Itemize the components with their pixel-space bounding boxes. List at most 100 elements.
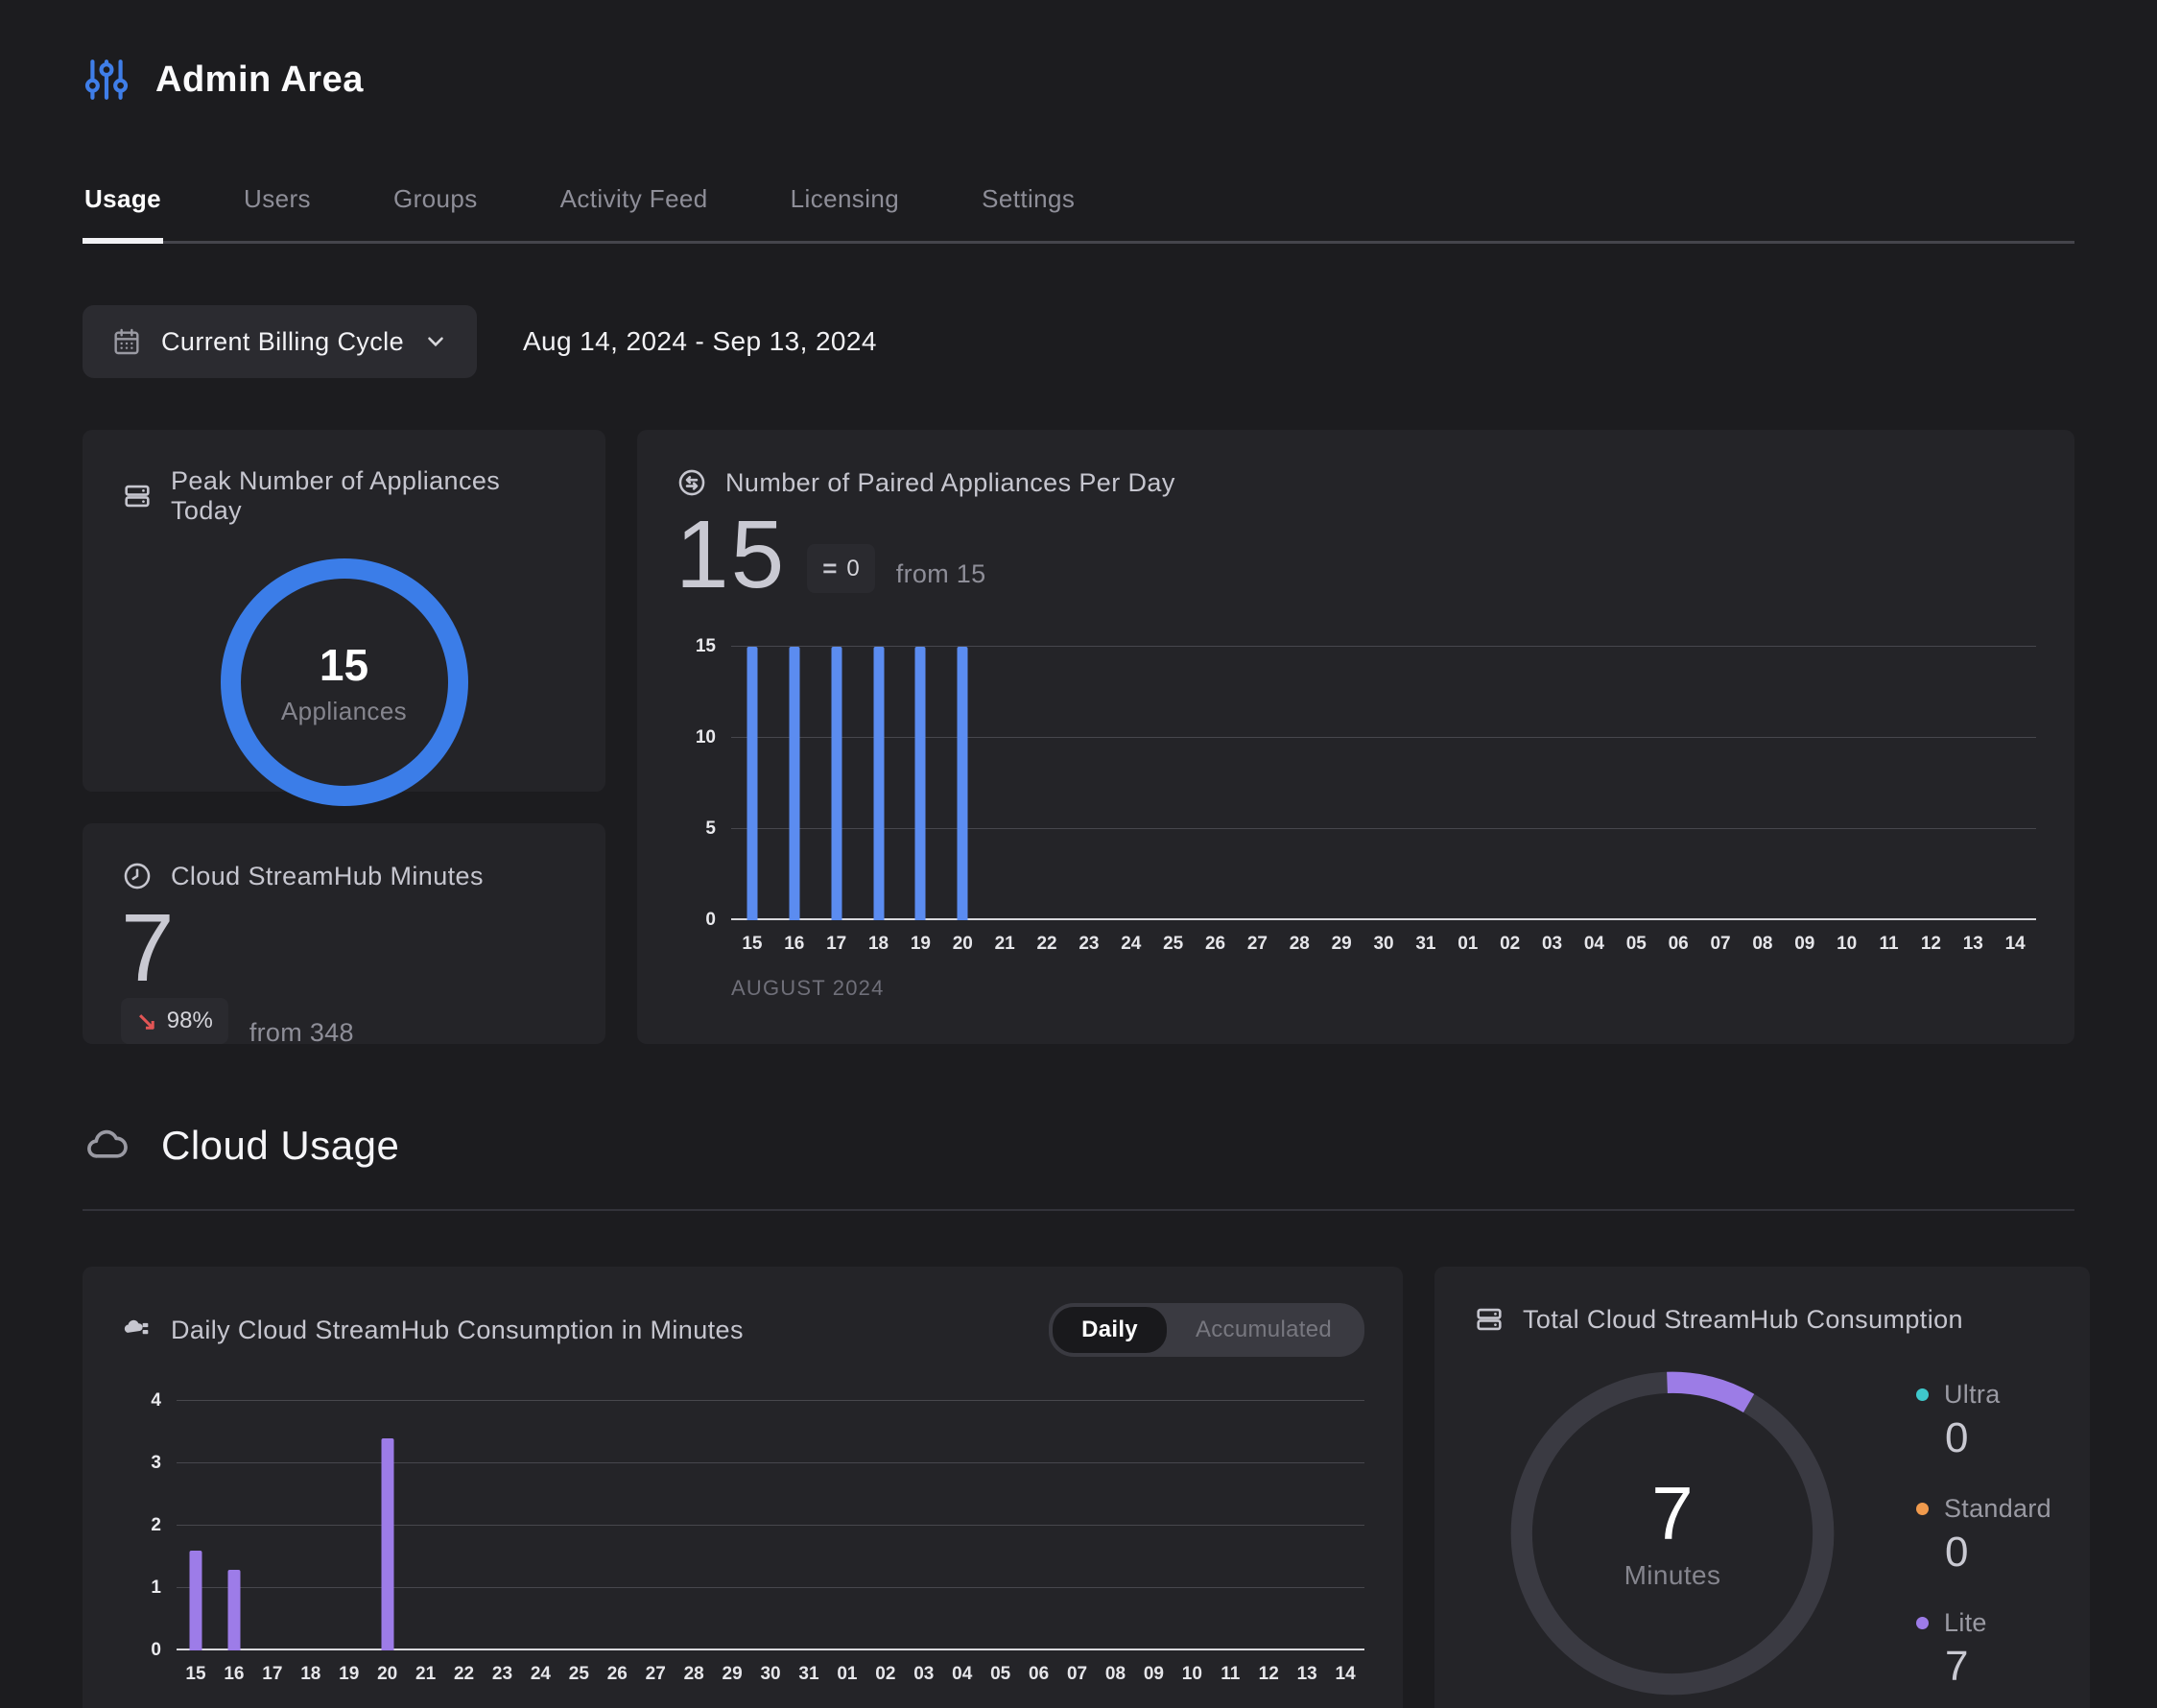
chart-column: 29 [713,1401,751,1684]
chart-column: 31 [1405,647,1447,954]
x-tick-label: 09 [1794,934,1815,954]
chart-column: 02 [1489,647,1531,954]
y-axis: 0 5 10 15 [676,636,731,930]
appliance-icon [121,480,154,512]
x-tick-label: 31 [1415,934,1436,954]
total-consumption-card: Total Cloud StreamHub Consumption 7 Minu… [1434,1267,2090,1708]
chart-column: 14 [1994,647,2036,954]
chart-column: 28 [675,1401,713,1684]
x-tick-label: 03 [913,1664,935,1684]
y-tick-label: 1 [151,1578,161,1598]
chart-column: 19 [900,647,942,954]
chart-column: 30 [751,1401,790,1684]
x-tick-label: 19 [339,1664,360,1684]
chart-column: 23 [484,1401,522,1684]
chart-column: 06 [1020,1401,1058,1684]
equals-icon: = [822,554,838,582]
tab-licensing[interactable]: Licensing [789,171,901,241]
cloud-activity-icon [121,1314,154,1346]
legend-value: 0 [1945,1529,1969,1576]
minutes-card-title: Cloud StreamHub Minutes [171,861,484,890]
x-tick-label: 26 [606,1664,628,1684]
x-tick-label: 21 [415,1664,437,1684]
cloud-usage-cards-row: Daily Cloud StreamHub Consumption in Min… [83,1267,2090,1708]
tab-groups[interactable]: Groups [391,171,480,241]
x-tick-label: 23 [491,1664,513,1684]
tab-usage[interactable]: Usage [83,171,164,244]
chart-column: 07 [1699,647,1742,954]
billing-cycle-dropdown[interactable]: Current Billing Cycle [83,305,477,378]
x-tick-label: 29 [722,1664,743,1684]
chart-column: 29 [1320,647,1363,954]
total-legend: Ultra0Standard0Lite71m Avg. Stream Time [1916,1363,2051,1708]
x-tick-label: 15 [742,934,763,954]
daily-card-title: Daily Cloud StreamHub Consumption in Min… [171,1315,744,1344]
chart-column: 25 [1152,647,1195,954]
chart-column: 01 [828,1401,866,1684]
paired-from-text: from 15 [895,559,986,588]
streamhub-minutes-card: Cloud StreamHub Minutes 7 ↘ 98% from 348 [83,823,605,1047]
chart-column: 20 [941,647,984,954]
x-tick-label: 25 [568,1664,589,1684]
chart-column: 22 [445,1401,484,1684]
paired-card-title: Number of Paired Appliances Per Day [725,467,1175,497]
chart-column: 26 [1195,647,1237,954]
plot-area: 15 16 17 18 19 20 21 22 23 24 25 26 27 28 29 30 31 01 02 03… [731,646,2036,954]
bar-day-15 [747,647,758,920]
x-tick-label: 24 [530,1664,551,1684]
x-tick-label: 29 [1331,934,1352,954]
tab-activity-feed[interactable]: Activity Feed [558,171,710,241]
date-range: Aug 14, 2024 - Sep 13, 2024 [522,326,877,356]
chart-column: 21 [407,1401,445,1684]
x-tick-label: 02 [1500,934,1521,954]
total-legend-standard: Standard 0 [1916,1494,2051,1574]
cloud-usage-section-header: Cloud Usage [83,1121,2074,1171]
bar-day-20 [381,1438,394,1650]
appliance-icon [1473,1303,1505,1336]
x-tick-label: 05 [1625,934,1647,954]
billing-cycle-label: Current Billing Cycle [161,326,404,356]
x-tick-label: 19 [910,934,931,954]
chart-column: 28 [1278,647,1320,954]
month-caption: AUGUST 2024 [175,1704,1364,1708]
toggle-daily[interactable]: Daily [1053,1307,1167,1353]
chart-column: 01 [1447,647,1489,954]
chart-column: 25 [559,1401,598,1684]
chart-column: 26 [598,1401,636,1684]
tab-users[interactable]: Users [242,171,313,241]
chart-column: 15 [731,647,773,954]
bar-day-17 [831,647,842,920]
tab-bar: Usage Users Groups Activity Feed Licensing Se… [83,171,2074,244]
x-tick-label: 10 [1837,934,1858,954]
chart-column: 19 [330,1401,368,1684]
chart-column: 23 [1068,647,1110,954]
calendar-icon [111,326,142,357]
legend-value: 7 [1945,1643,1969,1690]
chevron-down-icon [423,329,448,354]
x-tick-label: 14 [2004,934,2026,954]
section-title: Cloud Usage [161,1123,400,1168]
bar-day-20 [957,647,968,920]
tab-settings[interactable]: Settings [980,171,1077,241]
y-tick-label: 4 [151,1390,161,1411]
chart-column: 13 [1952,647,1994,954]
paired-appliances-card: Number of Paired Appliances Per Day 15 =… [637,430,2074,1044]
x-tick-label: 26 [1204,934,1226,954]
bar-day-19 [914,647,926,920]
chart-column: 11 [1211,1401,1249,1684]
x-tick-label: 08 [1104,1664,1126,1684]
chart-column: 24 [1110,647,1152,954]
toggle-accumulated[interactable]: Accumulated [1167,1307,1361,1353]
sliders-icon [83,56,130,104]
clock-icon [121,860,154,892]
paired-delta-badge: = 0 [807,544,875,593]
chart-column: 16 [773,647,816,954]
chart-column: 02 [866,1401,905,1684]
legend-name: Ultra [1944,1380,2001,1409]
x-tick-label: 07 [1066,1664,1088,1684]
x-tick-label: 03 [1541,934,1563,954]
chart-column: 05 [982,1401,1020,1684]
x-tick-label: 04 [1583,934,1604,954]
total-legend-ultra: Ultra 0 [1916,1380,2051,1459]
chart-column: 27 [636,1401,675,1684]
